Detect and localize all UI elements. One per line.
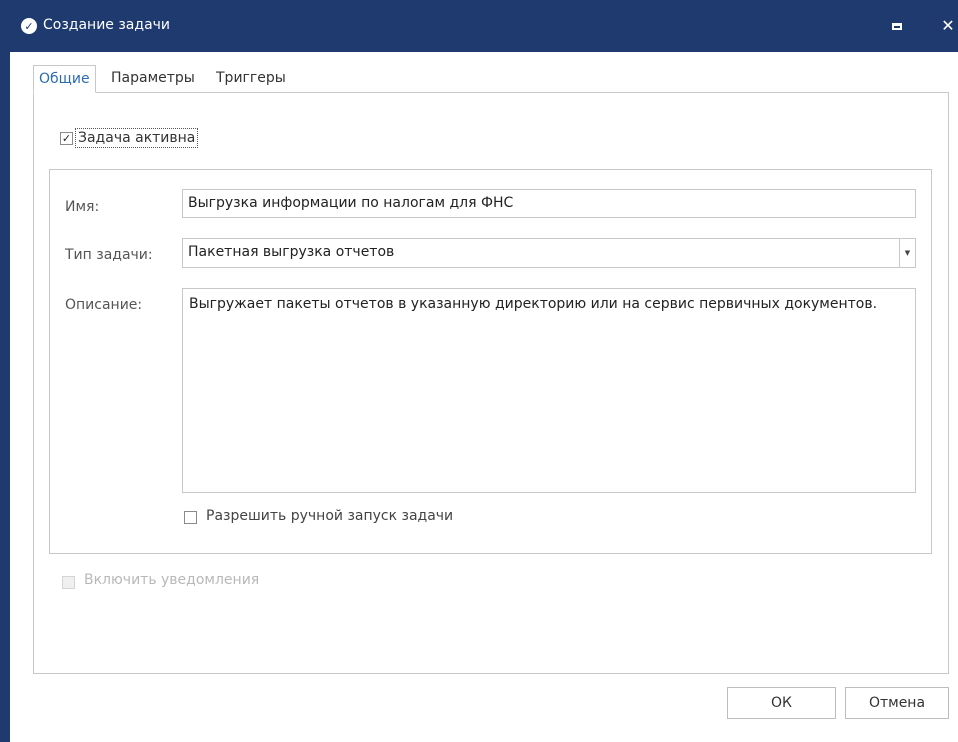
task-check-icon: ✓: [21, 18, 37, 34]
name-label: Имя:: [65, 199, 100, 215]
ok-button[interactable]: ОК: [727, 687, 836, 719]
notifications-label[interactable]: Включить уведомления: [84, 572, 259, 588]
maximize-button[interactable]: [887, 16, 907, 36]
manual-start-label[interactable]: Разрешить ручной запуск задачи: [206, 508, 453, 524]
window-left-edge: [0, 0, 10, 742]
name-input[interactable]: Выгрузка информации по налогам для ФНС: [182, 189, 916, 218]
task-type-value: Пакетная выгрузка отчетов: [188, 244, 395, 260]
close-button[interactable]: ✕: [937, 14, 958, 36]
maximize-icon: [892, 22, 902, 30]
close-icon: ✕: [941, 15, 955, 35]
title-bar: ✓ Создание задачи ✕: [10, 0, 958, 52]
checkmark-icon: ✓: [61, 132, 72, 145]
task-type-label: Тип задачи:: [65, 247, 153, 263]
window-title: Создание задачи: [43, 17, 171, 33]
task-type-select[interactable]: Пакетная выгрузка отчетов ▼: [182, 238, 916, 268]
description-textarea[interactable]: Выгружает пакеты отчетов в указанную дир…: [182, 288, 916, 493]
cancel-button[interactable]: Отмена: [845, 687, 949, 719]
tab-triggers[interactable]: Триггеры: [216, 65, 286, 93]
tab-parameters[interactable]: Параметры: [111, 65, 195, 93]
task-active-checkbox[interactable]: ✓: [60, 132, 73, 145]
description-label: Описание:: [65, 297, 143, 313]
tab-general[interactable]: Общие: [33, 65, 96, 93]
manual-start-checkbox[interactable]: [184, 511, 197, 524]
task-active-label[interactable]: Задача активна: [75, 128, 199, 148]
chevron-down-icon[interactable]: ▼: [899, 239, 915, 267]
notifications-checkbox[interactable]: [62, 576, 75, 589]
